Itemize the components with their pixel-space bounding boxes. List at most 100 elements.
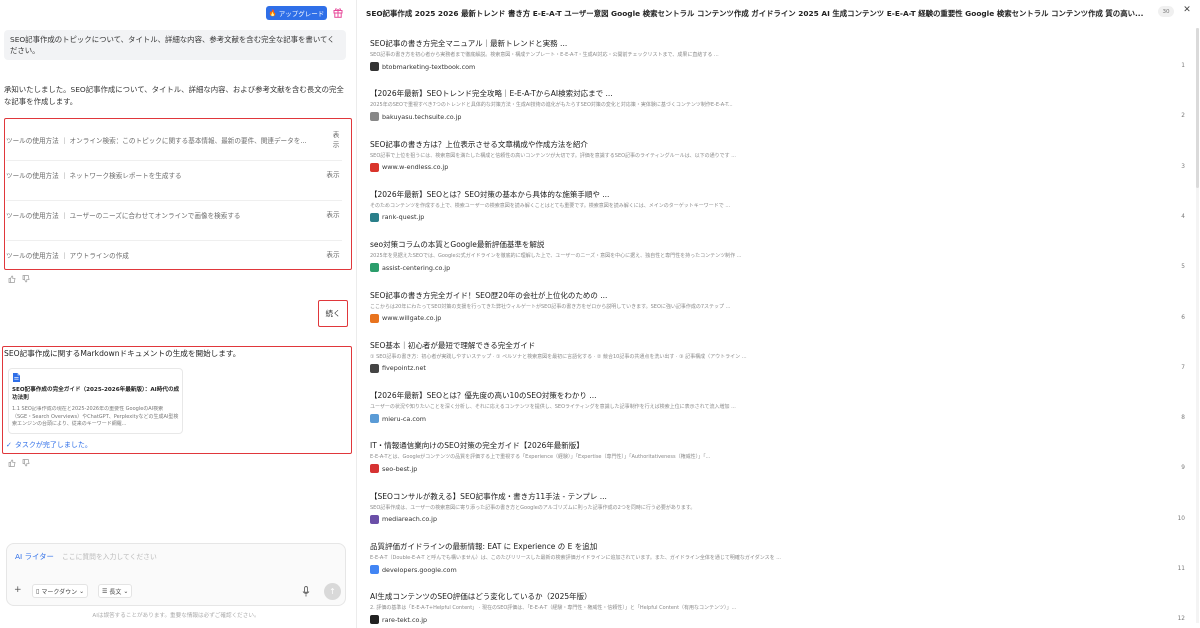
flame-icon: 🔥 bbox=[268, 9, 277, 17]
search-result-domain: fivepointz.net bbox=[382, 364, 426, 373]
search-result-source[interactable]: rank-quest.jp bbox=[370, 212, 425, 222]
show-button[interactable]: 表示 bbox=[330, 130, 342, 150]
thumbs-down-icon[interactable] bbox=[22, 275, 30, 283]
search-result-source[interactable]: seo-best.jp bbox=[370, 464, 417, 474]
search-result-item[interactable]: AI生成コンテンツのSEO評価はどう変化しているか（2025年版） 2. 評価の基… bbox=[370, 591, 1190, 628]
search-result-item[interactable]: SEO記事の書き方完全マニュアル｜最新トレンドと実務 ... SEO記事の書き方を… bbox=[370, 38, 1190, 84]
search-result-source[interactable]: mieru-ca.com bbox=[370, 414, 426, 424]
search-result-source[interactable]: developers.google.com bbox=[370, 565, 457, 574]
search-result-snippet: そのためコンテンツを作成する上で、検索ユーザーの検索意図を読み解くことはとても重… bbox=[370, 202, 731, 209]
gift-icon[interactable] bbox=[333, 7, 343, 18]
search-result-title[interactable]: 【2026年最新】SEOトレンド完全攻略｜E-E-A-TからAI検索対応まで .… bbox=[370, 88, 613, 99]
search-result-title[interactable]: SEO基本｜初心者が最短で理解できる完全ガイド bbox=[370, 340, 535, 351]
site-favicon-icon bbox=[370, 363, 379, 373]
upgrade-button[interactable]: 🔥 アップグレード bbox=[266, 6, 327, 20]
search-result-item[interactable]: 【2026年最新】SEOとは？優先度の高い10のSEO対策をわかり ... ユーザ… bbox=[370, 390, 1190, 436]
search-result-item[interactable]: IT・情報通信業向けのSEO対策の完全ガイド【2026年最新版】 E-E-A-Tと… bbox=[370, 440, 1190, 486]
tool-row-label: ツールの使用方法 ｜ ユーザーのニーズに合わせてオンラインで画像を検索する bbox=[6, 212, 241, 220]
search-result-source[interactable]: btobmarketing-textbook.com bbox=[370, 62, 475, 71]
site-favicon-icon bbox=[370, 112, 379, 122]
result-count-badge: 30 bbox=[1158, 6, 1174, 17]
site-favicon-icon bbox=[370, 565, 379, 574]
search-result-item[interactable]: 【2026年最新】SEOとは？SEO対策の基本から具体的な施策手順や ... その… bbox=[370, 189, 1190, 235]
search-result-index: 6 bbox=[1181, 314, 1185, 321]
search-result-item[interactable]: SEO記事の書き方は？上位表示させる文章構成や作成方法を紹介 SEO記事で上位を狙… bbox=[370, 139, 1190, 185]
search-result-title[interactable]: 品質評価ガイドラインの最新情報: EAT に Experience の E を追… bbox=[370, 541, 597, 552]
divider bbox=[6, 240, 342, 241]
tool-row-online-search[interactable]: ツールの使用方法 ｜ オンライン検索：このトピックに関する基本情報、最新の要件、… bbox=[6, 130, 342, 150]
search-result-title[interactable]: IT・情報通信業向けのSEO対策の完全ガイド【2026年最新版】 bbox=[370, 440, 584, 451]
divider bbox=[6, 160, 342, 161]
search-result-title[interactable]: SEO記事の書き方完全マニュアル｜最新トレンドと実務 ... bbox=[370, 38, 567, 49]
document-card[interactable]: SEO記事作成の完全ガイド（2025-2026年最新版）：AI時代の成功法則 1… bbox=[8, 368, 183, 434]
search-result-domain: mediareach.co.jp bbox=[382, 515, 438, 524]
search-result-title[interactable]: seo対策コラムの本質とGoogle最新評価基準を解説 bbox=[370, 239, 544, 250]
search-result-snippet: 2. 評価の基準は「E-E-A-T+Helpful Content」 · 現在の… bbox=[370, 605, 737, 612]
site-favicon-icon bbox=[370, 615, 379, 625]
list-icon: ☰ bbox=[102, 587, 108, 595]
tool-row-search-report[interactable]: ツールの使用方法 ｜ ネットワーク検索レポートを生成する 表示 bbox=[6, 170, 342, 180]
search-result-item[interactable]: SEO記事の書き方完全ガイド！SEO歴20年の会社が上位化のための ... ここか… bbox=[370, 290, 1190, 336]
site-favicon-icon bbox=[370, 313, 379, 323]
show-button[interactable]: 表示 bbox=[324, 210, 342, 220]
document-icon bbox=[13, 373, 20, 382]
continue-button[interactable]: 続く bbox=[318, 300, 348, 327]
search-result-title[interactable]: AI生成コンテンツのSEO評価はどう変化しているか（2025年版） bbox=[370, 591, 592, 602]
checkmark-icon: ✓ bbox=[6, 441, 12, 449]
chat-input-box[interactable]: AI ライター ここに質問を入力してください + ▯ マークダウン ⌄ ☰ 長文… bbox=[6, 543, 346, 606]
search-result-title[interactable]: SEO記事の書き方完全ガイド！SEO歴20年の会社が上位化のための ... bbox=[370, 290, 607, 301]
thumbs-up-icon[interactable] bbox=[8, 275, 16, 283]
close-icon[interactable]: ✕ bbox=[1181, 4, 1193, 16]
chat-panel: 🔥 アップグレード SEO記事作成のトピックについて、タイトル、詳細な内容、参考… bbox=[0, 0, 353, 628]
task-status: ✓ タスクが完了しました。 bbox=[6, 440, 92, 450]
search-result-domain: rank-quest.jp bbox=[382, 213, 425, 222]
tool-row-image-search[interactable]: ツールの使用方法 ｜ ユーザーのニーズに合わせてオンラインで画像を検索する 表示 bbox=[6, 210, 342, 220]
search-result-source[interactable]: fivepointz.net bbox=[370, 363, 426, 373]
search-result-title[interactable]: 【2026年最新】SEOとは？優先度の高い10のSEO対策をわかり ... bbox=[370, 390, 596, 401]
search-result-snippet: ① SEO記事の書き方：初心者が実践しやすいステップ · ① ペルソナと検索意図… bbox=[370, 353, 747, 360]
search-result-item[interactable]: seo対策コラムの本質とGoogle最新評価基準を解説 2025年を見据えたSEO… bbox=[370, 239, 1190, 285]
microphone-icon[interactable] bbox=[302, 586, 310, 597]
search-result-title[interactable]: 【SEOコンサルが教える】SEO記事作成・書き方11手法 - テンプレ ... bbox=[370, 491, 607, 502]
search-result-title[interactable]: 【2026年最新】SEOとは？SEO対策の基本から具体的な施策手順や ... bbox=[370, 189, 609, 200]
search-result-index: 10 bbox=[1177, 515, 1185, 522]
task-status-label: タスクが完了しました。 bbox=[14, 441, 92, 449]
search-result-snippet: SEO記事で上位を狙うには、検索意図を満たした構成と信頼性の高いコンテンツが大切… bbox=[370, 152, 737, 159]
search-result-item[interactable]: 【2026年最新】SEOトレンド完全攻略｜E-E-A-TからAI検索対応まで .… bbox=[370, 88, 1190, 134]
search-result-item[interactable]: SEO基本｜初心者が最短で理解できる完全ガイド ① SEO記事の書き方：初心者が実… bbox=[370, 340, 1190, 386]
ai-response-intro: 承知いたしました。SEO記事作成について、タイトル、詳細な内容、および参考文献を… bbox=[4, 85, 344, 106]
send-button[interactable]: ↑ bbox=[324, 583, 341, 600]
search-result-source[interactable]: mediareach.co.jp bbox=[370, 514, 438, 524]
search-result-source[interactable]: www.w-endless.co.jp bbox=[370, 162, 448, 172]
search-result-index: 3 bbox=[1181, 163, 1185, 170]
show-button[interactable]: 表示 bbox=[324, 170, 342, 180]
search-result-title[interactable]: SEO記事の書き方は？上位表示させる文章構成や作成方法を紹介 bbox=[370, 139, 588, 150]
search-result-item[interactable]: 【SEOコンサルが教える】SEO記事作成・書き方11手法 - テンプレ ... S… bbox=[370, 491, 1190, 537]
tool-row-outline[interactable]: ツールの使用方法 ｜ アウトラインの作成 表示 bbox=[6, 250, 342, 260]
search-result-source[interactable]: rare-tekt.co.jp bbox=[370, 615, 428, 625]
thumbs-up-icon[interactable] bbox=[8, 459, 16, 467]
scrollbar[interactable] bbox=[1196, 28, 1199, 623]
search-result-source[interactable]: www.willgate.co.jp bbox=[370, 313, 441, 323]
scrollbar-thumb[interactable] bbox=[1196, 28, 1199, 188]
site-favicon-icon bbox=[370, 62, 379, 71]
search-result-index: 4 bbox=[1181, 213, 1185, 220]
search-result-domain: rare-tekt.co.jp bbox=[382, 615, 428, 624]
length-dropdown[interactable]: ☰ 長文 ⌄ bbox=[98, 584, 133, 598]
length-dropdown-label: 長文 bbox=[109, 588, 122, 596]
search-result-item[interactable]: 品質評価ガイドラインの最新情報: EAT に Experience の E を追… bbox=[370, 541, 1190, 587]
document-generation-message: SEO記事作成に関するMarkdownドキュメントの生成を開始します。 bbox=[4, 349, 241, 358]
plus-icon[interactable]: + bbox=[14, 585, 22, 595]
search-result-source[interactable]: bakuyasu.techsuite.co.jp bbox=[370, 112, 461, 122]
feedback-row bbox=[8, 459, 30, 467]
divider bbox=[6, 200, 342, 201]
arrow-up-icon: ↑ bbox=[329, 587, 336, 596]
chevron-down-icon: ⌄ bbox=[79, 587, 85, 595]
chat-input-placeholder[interactable]: ここに質問を入力してください bbox=[62, 551, 157, 561]
format-dropdown[interactable]: ▯ マークダウン ⌄ bbox=[32, 584, 89, 598]
search-result-snippet: SEO記事作成は、ユーザーの検索意図に寄り添った記事の書き方とGoogleのアル… bbox=[370, 504, 696, 511]
show-button[interactable]: 表示 bbox=[324, 250, 342, 260]
search-result-source[interactable]: assist-centering.co.jp bbox=[370, 263, 450, 273]
thumbs-down-icon[interactable] bbox=[22, 459, 30, 467]
search-result-snippet: ユーザーの状況や知りたいことを深く分析し、それに応えるコンテンツを提供し、SEO… bbox=[370, 404, 736, 411]
